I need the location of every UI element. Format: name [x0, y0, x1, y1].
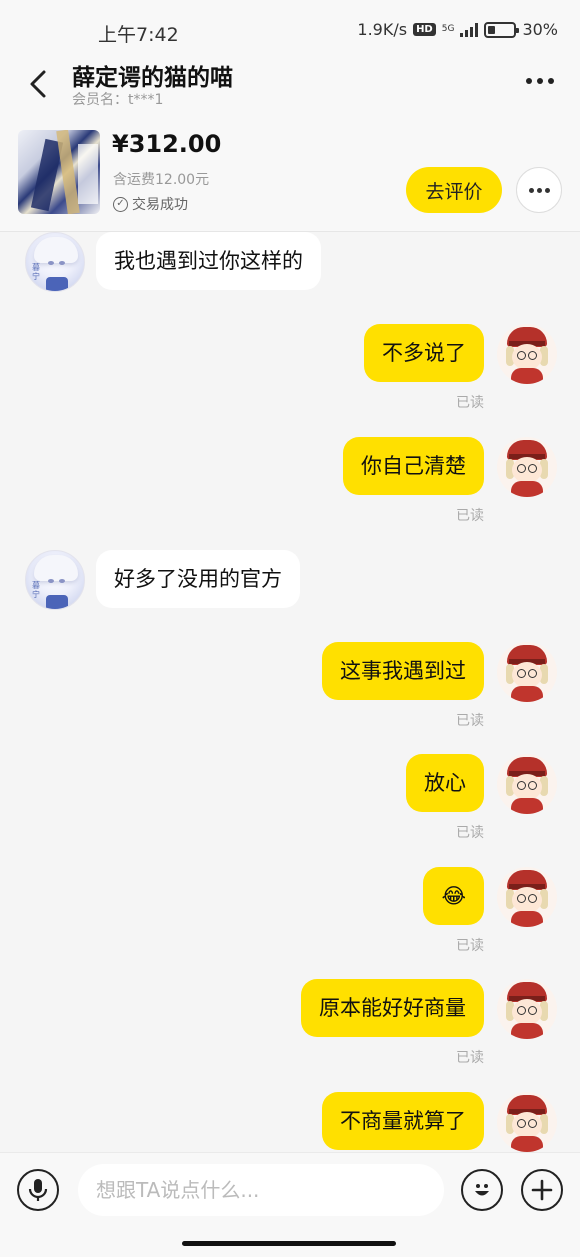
shipping-fee: 含运费12.00元: [113, 172, 210, 188]
sent-message-bubble[interactable]: 不多说了: [364, 324, 484, 382]
hd-badge: HD: [413, 23, 436, 36]
trade-status-label: 交易成功: [132, 197, 188, 213]
chat-header: 薛定谔的猫的喵 会员名：t***1: [0, 58, 580, 114]
my-avatar[interactable]: [497, 979, 557, 1039]
read-receipt: 已读: [456, 508, 484, 524]
my-avatar[interactable]: [497, 437, 557, 497]
member-name: 会员名：t***1: [72, 92, 164, 108]
read-receipt: 已读: [456, 938, 484, 954]
sent-message-bubble[interactable]: 你自己清楚: [343, 437, 484, 495]
plus-icon: [531, 1179, 553, 1201]
message-row: 😂 已读: [0, 867, 580, 957]
my-avatar[interactable]: [497, 1092, 557, 1152]
sent-message-bubble[interactable]: 原本能好好商量: [301, 979, 484, 1037]
plus-button[interactable]: [521, 1169, 563, 1211]
voice-button[interactable]: [17, 1169, 59, 1211]
order-price: ¥312.00: [112, 130, 222, 158]
smiley-icon: [475, 1184, 489, 1196]
dot-icon: [528, 187, 534, 193]
sent-message-bubble[interactable]: 😂: [423, 867, 484, 925]
message-row: 你自己清楚已读: [0, 437, 580, 527]
battery-icon: [484, 21, 520, 38]
read-receipt: 已读: [456, 825, 484, 841]
received-message-bubble[interactable]: 好多了没用的官方: [96, 550, 300, 608]
input-bar: [0, 1152, 580, 1257]
message-row: 暮宁 我也遇到过你这样的: [0, 232, 580, 322]
dot-icon: [544, 187, 550, 193]
my-avatar[interactable]: [497, 867, 557, 927]
more-options-button[interactable]: [520, 66, 560, 96]
chevron-left-icon: [30, 70, 46, 98]
message-row: 放心已读: [0, 754, 580, 844]
message-row: 不商量就算了: [0, 1092, 580, 1152]
sent-message-bubble[interactable]: 放心: [406, 754, 484, 812]
my-avatar[interactable]: [497, 642, 557, 702]
received-message-bubble[interactable]: 我也遇到过你这样的: [96, 232, 321, 290]
order-more-button[interactable]: [516, 167, 562, 213]
message-row: 这事我遇到过已读: [0, 642, 580, 732]
contact-avatar[interactable]: 暮宁: [25, 232, 85, 292]
dot-icon: [526, 78, 532, 84]
order-card[interactable]: ¥312.00 含运费12.00元 ✓ 交易成功 去评价: [0, 114, 580, 232]
signal-icon: [460, 22, 479, 37]
sent-message-bubble[interactable]: 不商量就算了: [322, 1092, 484, 1150]
read-receipt: 已读: [456, 395, 484, 411]
back-button[interactable]: [22, 66, 58, 102]
message-row: 暮宁 好多了没用的官方: [0, 550, 580, 640]
check-circle-icon: ✓: [113, 196, 128, 212]
message-row: 原本能好好商量已读: [0, 979, 580, 1069]
my-avatar[interactable]: [497, 324, 557, 384]
product-image[interactable]: [18, 130, 100, 214]
network-speed: 1.9K/s: [357, 20, 408, 39]
battery-fill: [488, 25, 496, 34]
chat-title: 薛定谔的猫的喵: [72, 65, 233, 91]
microphone-icon: [28, 1179, 48, 1201]
sent-message-bubble[interactable]: 这事我遇到过: [322, 642, 484, 700]
dot-icon: [537, 78, 543, 84]
home-indicator: [182, 1241, 396, 1246]
trade-status: ✓ 交易成功: [113, 194, 188, 214]
network-type: 5G: [441, 24, 455, 34]
message-list[interactable]: 暮宁 我也遇到过你这样的 不多说了 已读 你自己清楚 已读 暮宁 好多了没用的官方 这事我遇到过…: [0, 232, 580, 1152]
dot-icon: [548, 78, 554, 84]
dot-icon: [536, 187, 542, 193]
my-avatar[interactable]: [497, 754, 557, 814]
read-receipt: 已读: [456, 713, 484, 729]
status-time: 上午7:42: [98, 24, 179, 46]
message-row: 不多说了已读: [0, 324, 580, 414]
message-input[interactable]: [78, 1164, 444, 1216]
contact-avatar[interactable]: 暮宁: [25, 550, 85, 610]
review-button[interactable]: 去评价: [406, 167, 502, 213]
status-bar: 上午7:42 1.9K/s HD 5G 30%: [0, 0, 580, 58]
read-receipt: 已读: [456, 1050, 484, 1066]
battery-percent: 30%: [522, 20, 558, 39]
status-indicators: 1.9K/s HD 5G 30%: [357, 20, 558, 39]
emoji-button[interactable]: [461, 1169, 503, 1211]
